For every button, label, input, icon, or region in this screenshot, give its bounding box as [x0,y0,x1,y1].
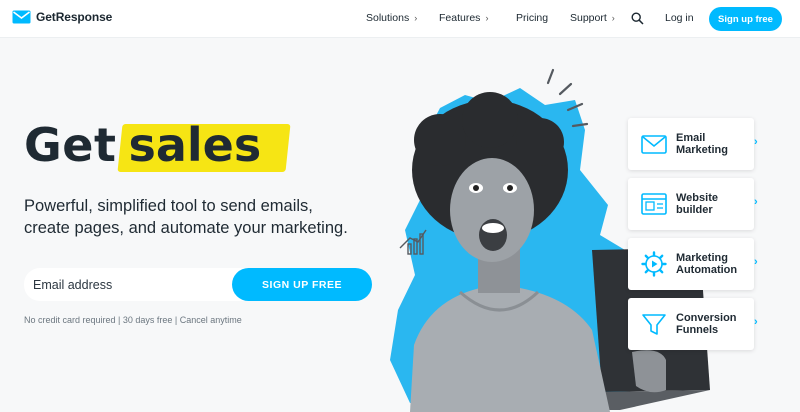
chevron-right-icon[interactable]: › [754,256,758,268]
nav-solutions[interactable]: Solutions › [366,12,417,24]
feature-label: Website builder [676,192,746,216]
chevron-right-icon: › [611,13,615,23]
feature-label-line-2: builder [676,204,713,216]
hero-subtitle-line-1: Powerful, simplified tool to send emails… [24,197,313,215]
headline-sales-highlight: sales [117,118,291,172]
woman-hand [632,350,666,393]
logo-text: GetResponse [36,10,113,24]
login-label: Log in [665,12,694,24]
nav-features[interactable]: Features › [439,12,488,24]
nav-pricing[interactable]: Pricing [516,12,548,24]
feature-label-line-1: Marketing [676,252,728,264]
signup-note: No credit card required | 30 days free |… [24,315,242,325]
nav-support-label: Support [570,12,607,24]
chevron-right-icon[interactable]: › [754,136,758,148]
feature-card-website-builder[interactable]: Website builder [628,178,754,230]
search-button[interactable] [631,12,644,30]
headline-sales: sales [128,118,262,172]
hero-headline: Get sales [24,117,291,173]
signup-free-button[interactable]: SIGN UP FREE [232,268,372,301]
hero-illustration [390,68,710,412]
feature-card-conversion-funnels[interactable]: Conversion Funnels [628,298,754,350]
website-icon [641,193,667,215]
feature-label-line-1: Conversion [676,312,737,324]
chevron-right-icon: › [414,13,418,23]
feature-label: Conversion Funnels [676,312,746,336]
nav-features-label: Features [439,12,481,24]
chevron-right-icon[interactable]: › [754,316,758,328]
hero-subtitle: Powerful, simplified tool to send emails… [24,195,384,239]
feature-label-line-1: Website [676,192,718,204]
signup-form: SIGN UP FREE [24,268,372,301]
nav-support[interactable]: Support › [570,12,615,24]
headline-get: Get [24,118,117,172]
feature-label: Email Marketing [676,132,746,156]
logo-envelope-icon [12,10,31,24]
automation-gear-icon [641,251,667,277]
chevron-right-icon: › [485,13,489,23]
getresponse-logo[interactable]: GetResponse [12,10,112,24]
header-signup-button[interactable]: Sign up free [709,7,782,31]
top-navbar: GetResponse Solutions › Features › Prici… [0,0,800,38]
chevron-right-icon[interactable]: › [754,196,758,208]
search-icon [631,12,644,25]
hero-subtitle-line-2: create pages, and automate your marketin… [24,219,348,237]
feature-label-line-2: Funnels [676,324,719,336]
nav-solutions-label: Solutions [366,12,410,24]
email-input[interactable] [24,268,254,301]
feature-label-line-2: Marketing [676,144,728,156]
funnel-icon [642,314,666,335]
feature-label-line-2: Automation [676,264,738,276]
feature-label-line-1: Email [676,132,706,144]
login-link[interactable]: Log in [665,12,694,24]
feature-card-marketing-automation[interactable]: Marketing Automation [628,238,754,290]
feature-label: Marketing Automation [676,252,746,276]
nav-pricing-label: Pricing [516,12,549,24]
feature-card-email-marketing[interactable]: Email Marketing [628,118,754,170]
envelope-icon [641,135,667,154]
